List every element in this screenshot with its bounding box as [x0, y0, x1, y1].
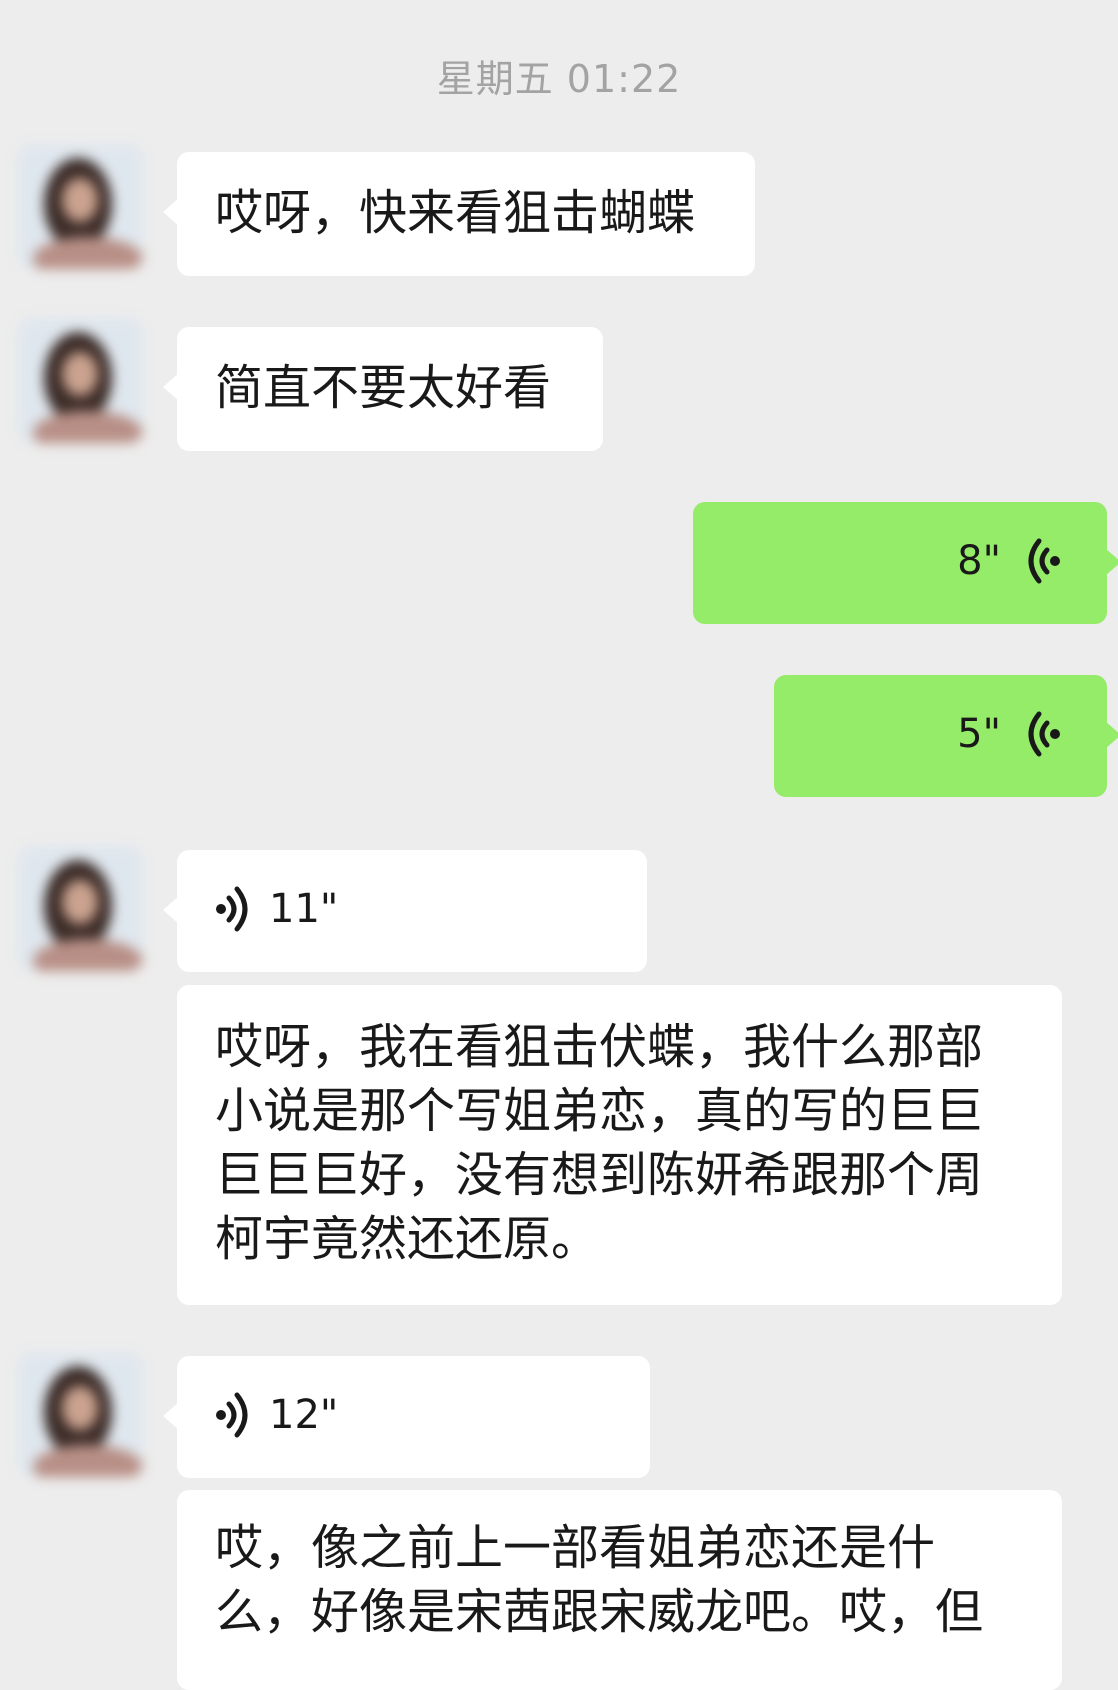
- message-text: 简直不要太好看: [215, 360, 552, 416]
- bubble-tail: [1105, 721, 1118, 749]
- voice-wave-icon: [1027, 709, 1063, 759]
- voice-message-content: 8": [957, 536, 1063, 586]
- message-bubble[interactable]: 哎，像之前上一部看姐弟恋还是什 么，好像是宋茜跟宋威龙吧。哎，但: [177, 1490, 1062, 1690]
- voice-wave-icon: [213, 884, 249, 934]
- voice-message-content: 12": [213, 1390, 338, 1440]
- bubble-tail: [163, 1402, 179, 1430]
- message-text: 哎呀，我在看狙击伏蝶，我什么那部 小说是那个写姐弟恋，真的写的巨巨 巨巨巨好，没…: [215, 1019, 984, 1267]
- voice-message-content: 11": [213, 884, 338, 934]
- voice-message-bubble[interactable]: 12": [163, 1356, 650, 1478]
- message-bubble[interactable]: 哎呀，我在看狙击伏蝶，我什么那部 小说是那个写姐弟恋，真的写的巨巨 巨巨巨好，没…: [177, 985, 1062, 1305]
- message-text: 哎呀，快来看狙击蝴蝶: [215, 185, 696, 241]
- voice-wave-icon: [213, 1390, 249, 1440]
- voice-message-bubble[interactable]: 8": [693, 502, 1118, 624]
- voice-message-content: 5": [957, 709, 1063, 759]
- voice-duration: 12": [269, 1392, 339, 1438]
- voice-duration: 8": [957, 538, 1001, 584]
- bubble-tail: [163, 198, 179, 226]
- message-bubble[interactable]: 哎呀，快来看狙击蝴蝶: [163, 152, 755, 276]
- watermark-overlay: [848, 1637, 998, 1659]
- message-timestamp: 星期五 01:22: [436, 57, 682, 101]
- voice-duration: 5": [957, 711, 1001, 757]
- message-bubble[interactable]: 简直不要太好看: [163, 327, 603, 451]
- bubble-tail: [1105, 548, 1118, 576]
- bubble-tail: [163, 373, 179, 401]
- chat-window: 星期五 01:22 哎呀，快来看狙击蝴蝶 简直不要太好看 8" 5" 11" 哎…: [0, 0, 1118, 1690]
- voice-message-bubble[interactable]: 11": [163, 850, 647, 972]
- message-text: 哎，像之前上一部看姐弟恋还是什 么，好像是宋茜跟宋威龙吧。哎，但: [215, 1520, 984, 1640]
- voice-duration: 11": [269, 886, 339, 932]
- bubble-tail: [163, 896, 179, 924]
- contact-avatar[interactable]: [18, 846, 143, 971]
- voice-wave-icon: [1027, 536, 1063, 586]
- contact-avatar[interactable]: [18, 318, 143, 443]
- voice-message-bubble[interactable]: 5": [774, 675, 1118, 797]
- contact-avatar[interactable]: [18, 144, 143, 269]
- contact-avatar[interactable]: [18, 1352, 143, 1477]
